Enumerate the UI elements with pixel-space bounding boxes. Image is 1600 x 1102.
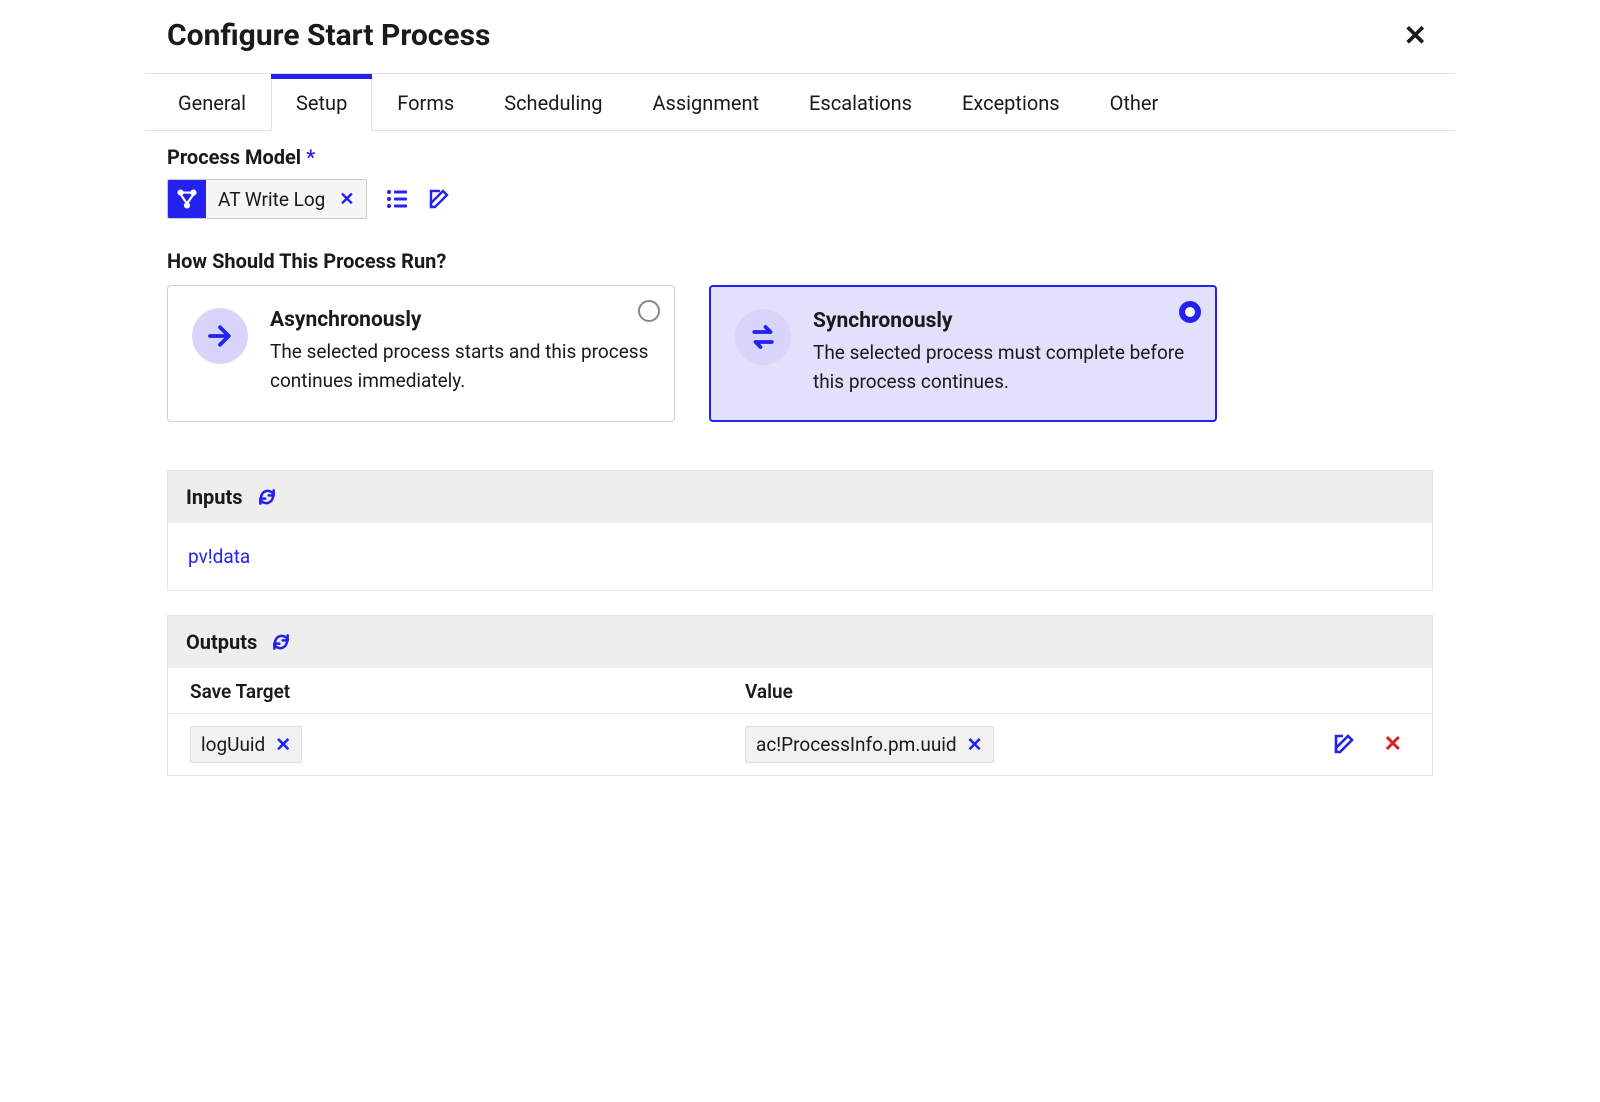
refresh-icon[interactable] (257, 487, 277, 507)
dialog-header: Configure Start Process ✕ (145, 0, 1455, 74)
option-title: Synchronously (813, 309, 1191, 333)
tab-scheduling[interactable]: Scheduling (479, 74, 627, 130)
list-icon[interactable] (385, 187, 409, 211)
tab-label: Assignment (652, 91, 759, 115)
option-title: Asynchronously (270, 308, 650, 332)
tab-bar: General Setup Forms Scheduling Assignmen… (145, 74, 1455, 131)
dialog-title: Configure Start Process (167, 18, 490, 53)
required-marker: * (306, 145, 315, 169)
tab-label: Scheduling (504, 91, 602, 115)
arrow-right-icon (192, 308, 248, 364)
edit-icon[interactable] (427, 187, 451, 211)
outputs-heading: Outputs (186, 630, 257, 654)
refresh-icon[interactable] (271, 632, 291, 652)
chip-label: ac!ProcessInfo.pm.uuid (756, 733, 957, 756)
swap-icon (735, 309, 791, 365)
col-value: Value (745, 680, 793, 703)
tab-label: General (178, 91, 246, 115)
option-desc: The selected process must complete befor… (813, 339, 1191, 396)
tab-label: Other (1110, 91, 1159, 115)
tab-escalations[interactable]: Escalations (784, 74, 937, 130)
value-chip[interactable]: ac!ProcessInfo.pm.uuid ✕ (745, 726, 994, 763)
inputs-heading: Inputs (186, 485, 243, 509)
outputs-section: Outputs Save Target Value logUuid ✕ (167, 615, 1433, 776)
process-model-icon (168, 180, 206, 218)
save-target-chip[interactable]: logUuid ✕ (190, 726, 302, 763)
tab-label: Forms (397, 91, 454, 115)
tab-exceptions[interactable]: Exceptions (937, 74, 1085, 130)
tab-assignment[interactable]: Assignment (627, 74, 784, 130)
process-model-chip[interactable]: AT Write Log ✕ (167, 179, 367, 219)
edit-row-icon[interactable] (1332, 732, 1356, 757)
process-model-label: Process Model * (167, 145, 1433, 169)
chip-label: logUuid (201, 733, 265, 756)
output-row: logUuid ✕ ac!ProcessInfo.pm.uuid ✕ (168, 714, 1432, 775)
tab-forms[interactable]: Forms (372, 74, 479, 130)
run-option-sync[interactable]: Synchronously The selected process must … (709, 285, 1217, 422)
remove-process-model-icon[interactable]: ✕ (335, 189, 366, 210)
run-option-async[interactable]: Asynchronously The selected process star… (167, 285, 675, 422)
label-text: Process Model (167, 145, 301, 169)
tab-label: Escalations (809, 91, 912, 115)
tab-other[interactable]: Other (1085, 74, 1184, 130)
tab-label: Exceptions (962, 91, 1060, 115)
remove-icon[interactable]: ✕ (275, 733, 291, 756)
col-save-target: Save Target (190, 680, 745, 703)
option-desc: The selected process starts and this pro… (270, 338, 650, 395)
run-mode-heading: How Should This Process Run? (167, 249, 1433, 273)
outputs-table-header: Save Target Value (168, 668, 1432, 714)
tab-label: Setup (296, 91, 347, 115)
delete-row-icon[interactable]: ✕ (1384, 732, 1402, 757)
tab-general[interactable]: General (153, 74, 271, 130)
radio-icon (638, 300, 660, 322)
process-model-value: AT Write Log (206, 188, 335, 211)
remove-icon[interactable]: ✕ (967, 733, 983, 756)
radio-icon (1179, 301, 1201, 323)
input-item[interactable]: pv!data (188, 545, 250, 568)
inputs-section: Inputs pv!data (167, 470, 1433, 591)
tab-setup[interactable]: Setup (271, 74, 372, 131)
close-icon[interactable]: ✕ (1404, 22, 1427, 50)
